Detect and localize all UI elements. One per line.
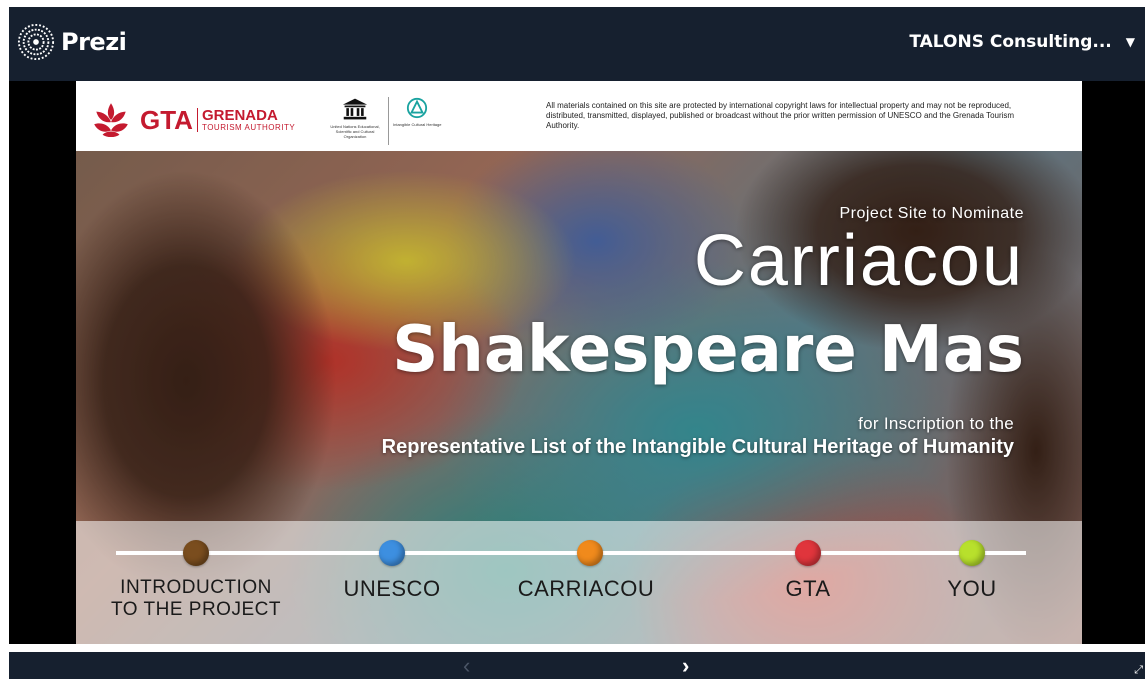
subtitle-representative: Representative List of the Intangible Cu… [381,436,1014,458]
app-name: Prezi [61,28,127,56]
timeline-dot[interactable] [183,540,209,566]
timeline-dot[interactable] [795,540,821,566]
timeline-label-line1: CARRIACOU [517,576,655,601]
logo-divider [388,97,389,145]
unesco-logo: United Nations Educational, Scientific a… [326,97,441,145]
timeline-label[interactable]: CARRIACOU [486,577,686,600]
gta-main: GTA [140,104,193,135]
nav-bar: ‹ › ⤢ [9,652,1145,679]
account-name: TALONS Consulting... [909,32,1112,52]
subtitle-block: for Inscription to the Representative Li… [382,414,1014,459]
timeline-label[interactable]: YOU [872,577,1072,600]
prezi-logo-icon [17,23,55,61]
timeline-label-line1: UNESCO [343,576,441,601]
timeline-label[interactable]: INTRODUCTION TO THE PROJECT [96,577,296,621]
presentation-stage: GTA GRENADA TOURISM AUTHORITY United Nat… [9,81,1145,644]
subtitle-inscription: for Inscription to the [858,414,1014,433]
slide: GTA GRENADA TOURISM AUTHORITY United Nat… [76,81,1082,644]
title-carriacou: Carriacou [693,221,1024,301]
slide-header: GTA GRENADA TOURISM AUTHORITY United Nat… [76,81,1082,151]
gta-sub2: TOURISM AUTHORITY [201,123,296,132]
gta-subtitle: GRENADA TOURISM AUTHORITY [196,107,296,132]
gta-logo-icon [94,103,128,138]
title-shakespeare-mas: Shakespeare Mas [392,313,1024,387]
unesco-temple-icon [342,98,368,120]
timeline-dot[interactable] [577,540,603,566]
ich-caption: Intangible Cultural Heritage [393,122,442,127]
gta-logo: GTA GRENADA TOURISM AUTHORITY [90,99,295,141]
timeline: INTRODUCTION TO THE PROJECT UNESCO CARRI… [76,521,1082,644]
timeline-label[interactable]: UNESCO [292,577,492,600]
timeline-label-line2: TO THE PROJECT [111,599,281,620]
timeline-dot[interactable] [379,540,405,566]
chevron-left-icon[interactable]: ‹ [463,653,470,679]
account-menu[interactable]: TALONS Consulting... ▼ [909,32,1135,52]
unesco-caption: United Nations Educational, Scientific a… [330,124,380,139]
ich-column: Intangible Cultural Heritage [393,97,441,127]
caret-down-icon: ▼ [1125,35,1135,49]
timeline-line [116,551,1026,555]
timeline-label-line1: INTRODUCTION [120,577,272,598]
ich-icon [407,97,428,119]
title-block: Project Site to Nominate Carriacou Shake… [392,205,1024,385]
top-bar: Prezi TALONS Consulting... ▼ [9,7,1145,81]
timeline-label-line1: YOU [947,576,997,601]
chevron-right-icon[interactable]: › [682,653,689,679]
fullscreen-icon[interactable]: ⤢ [1134,664,1143,677]
timeline-dot[interactable] [959,540,985,566]
unesco-column: United Nations Educational, Scientific a… [326,97,384,139]
gta-sub1: GRENADA [201,107,278,124]
prezi-brand[interactable]: Prezi [17,23,127,61]
copyright-notice: All materials contained on this site are… [546,101,1015,130]
